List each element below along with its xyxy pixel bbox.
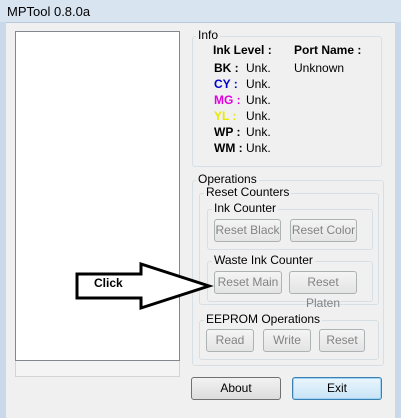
port-name-header: Port Name : [294, 43, 362, 57]
ink-level-header: Ink Level : [213, 43, 272, 57]
ink-value-wm: Unk. [246, 141, 271, 155]
info-group-label: Info [196, 28, 221, 42]
reset-main-button[interactable]: Reset Main [214, 271, 282, 294]
window-frame-right [395, 22, 401, 418]
window-title: MPTool 0.8.0a [7, 4, 91, 19]
ink-value-mg: Unk. [246, 93, 271, 107]
port-name-value: Unknown [294, 61, 345, 75]
click-annotation-label: Click [94, 276, 123, 290]
ink-value-yl: Unk. [246, 109, 271, 123]
reset-color-button[interactable]: Reset Color [290, 219, 357, 242]
ink-counter-label: Ink Counter [212, 201, 279, 215]
title-bar[interactable]: MPTool 0.8.0a [0, 0, 401, 23]
exit-button[interactable]: Exit [292, 377, 382, 400]
horizontal-scrollbar[interactable] [15, 361, 180, 377]
ink-value-bk: Unk. [246, 61, 271, 75]
ink-value-wp: Unk. [246, 125, 271, 139]
ink-code-wm: WM : [214, 141, 243, 155]
ink-code-yl: YL : [214, 109, 237, 123]
ink-code-mg: MG : [214, 93, 241, 107]
reset-black-button[interactable]: Reset Black [214, 219, 281, 242]
ink-value-cy: Unk. [246, 77, 271, 91]
about-button[interactable]: About [191, 377, 281, 400]
eeprom-read-button[interactable]: Read [206, 329, 254, 352]
eeprom-write-button[interactable]: Write [263, 329, 311, 352]
eeprom-reset-button[interactable]: Reset [319, 329, 365, 352]
reset-platen-button[interactable]: Reset Platen [289, 271, 357, 310]
ink-code-cy: CY : [214, 77, 238, 91]
reset-counters-label: Reset Counters [204, 185, 292, 199]
window-frame-left [0, 22, 6, 418]
ink-code-bk: BK : [214, 61, 239, 75]
eeprom-operations-label: EEPROM Operations [204, 312, 323, 326]
ink-code-wp: WP : [214, 125, 241, 139]
waste-ink-counter-label: Waste Ink Counter [212, 253, 315, 267]
